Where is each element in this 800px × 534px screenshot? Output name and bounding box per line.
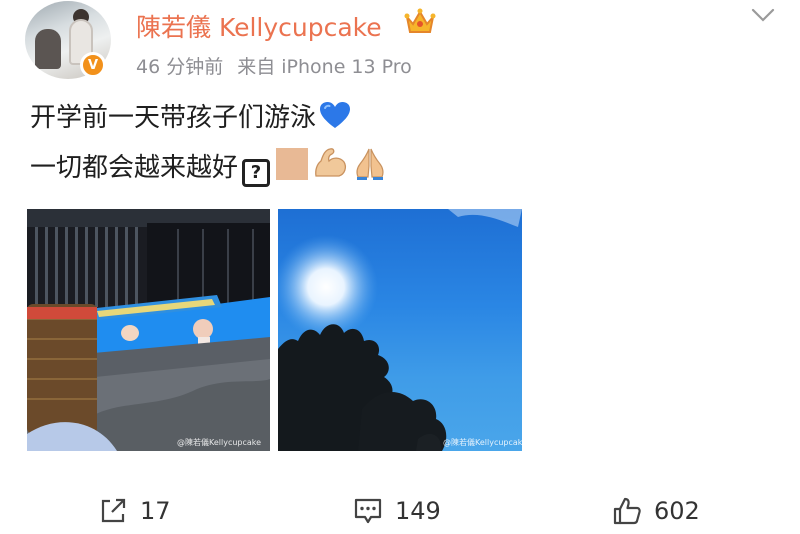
post-text: 开学前一天带孩子们游泳 [30, 103, 317, 133]
flexed-biceps-icon [315, 148, 346, 177]
post-text: 一切都会越来越好 [30, 153, 239, 183]
photo-watermark: @陳若儀Kellycupcake [177, 438, 262, 447]
post-text-line: 一切都会越来越好? [30, 146, 388, 187]
comment-icon [354, 498, 382, 524]
username-link[interactable]: 陳若儀 Kellycupcake [136, 8, 382, 44]
comment-count: 149 [395, 497, 441, 525]
comment-button[interactable]: 149 [353, 496, 441, 526]
sky-photo-image [278, 209, 522, 451]
repost-button[interactable]: 17 [98, 496, 171, 526]
post-meta: 46 分钟前 来自 iPhone 13 Pro [136, 52, 412, 79]
pool-photo[interactable]: @陳若儀Kellycupcake [27, 209, 270, 451]
post-text-line: 开学前一天带孩子们游泳 [30, 100, 352, 136]
like-button[interactable]: 602 [612, 496, 700, 526]
like-count: 602 [654, 497, 700, 525]
repost-count: 17 [140, 497, 171, 525]
post-source: 来自 iPhone 13 Pro [237, 56, 412, 78]
folded-hands-icon [356, 148, 384, 180]
pool-photo-image [27, 209, 270, 451]
thumbs-up-icon [613, 497, 641, 525]
skin-tone-swatch [276, 148, 309, 180]
share-icon [101, 498, 126, 523]
avatar-figure [35, 29, 61, 69]
blue-heart-icon [320, 102, 351, 128]
photo-watermark: @陳若儀Kellycupcake [443, 438, 522, 447]
unknown-glyph-icon: ? [242, 159, 271, 187]
crown-icon [404, 8, 436, 33]
chevron-down-icon[interactable] [748, 4, 778, 26]
sky-photo[interactable]: @陳若儀Kellycupcake [278, 209, 522, 451]
post-time: 46 分钟前 [136, 56, 224, 78]
action-bar: 17 149 602 [0, 486, 800, 534]
verified-badge-icon: V [80, 52, 106, 78]
